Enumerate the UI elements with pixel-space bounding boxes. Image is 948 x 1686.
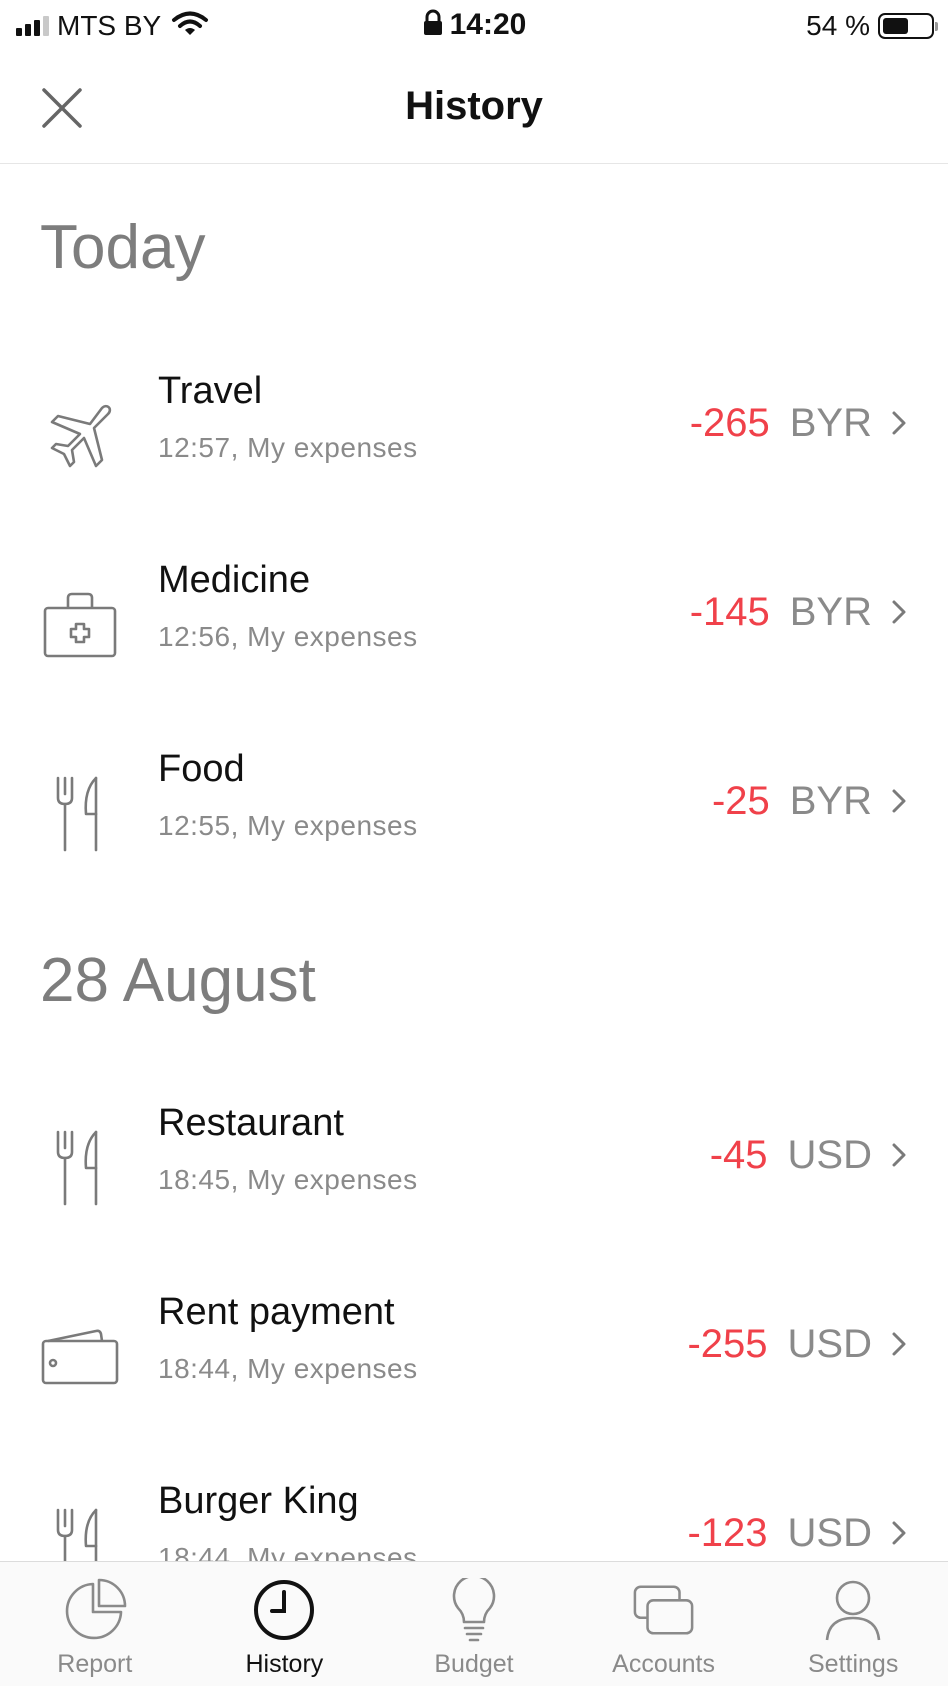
battery-icon (878, 13, 938, 39)
item-currency: BYR (789, 778, 872, 823)
item-title: Rent payment (158, 1291, 395, 1333)
cards-icon (632, 1578, 696, 1642)
item-subtitle: 18:45, My expenses (158, 1164, 418, 1195)
battery-fill (883, 18, 908, 34)
tab-label: Report (57, 1650, 133, 1678)
history-list[interactable]: Today Travel 12:57, My expenses -265 BYR… (0, 165, 948, 1561)
list-item-travel[interactable]: Travel 12:57, My expenses -265 BYR (0, 360, 948, 510)
status-bar: MTS BY 14:20 54 % (0, 0, 948, 54)
tab-label: Accounts (612, 1650, 715, 1678)
pie-chart-icon (63, 1578, 127, 1642)
item-amount: -255 (687, 1321, 768, 1366)
clock-time: 14:20 (449, 8, 527, 41)
tab-budget[interactable]: Budget (379, 1562, 569, 1686)
item-amount-group: -25 BYR (712, 776, 908, 826)
fork-knife-icon (40, 774, 120, 854)
list-item-food[interactable]: Food 12:55, My expenses -25 BYR (0, 738, 948, 888)
chevron-right-icon (890, 787, 908, 815)
battery-percent: 54 % (806, 10, 870, 41)
list-item-burger-king[interactable]: Burger King 18:44, My expenses -123 USD (0, 1470, 948, 1561)
tab-accounts[interactable]: Accounts (569, 1562, 759, 1686)
item-amount-group: -255 USD (687, 1319, 908, 1369)
chevron-right-icon (890, 409, 908, 437)
tab-label: Settings (808, 1650, 899, 1678)
chevron-right-icon (890, 598, 908, 626)
tab-bar: Report History Budget Accounts Settings (0, 1561, 948, 1686)
nav-header: History (0, 54, 948, 164)
item-amount-group: -123 USD (687, 1508, 908, 1558)
item-title: Medicine (158, 559, 311, 601)
section-title-28-august: 28 August (40, 946, 316, 1015)
tab-label: History (245, 1650, 324, 1678)
lightbulb-icon (442, 1578, 506, 1642)
tab-label: Budget (434, 1650, 514, 1678)
chevron-right-icon (890, 1519, 908, 1547)
item-amount: -123 (687, 1510, 768, 1555)
item-amount: -145 (689, 589, 770, 634)
fork-knife-icon (40, 1128, 120, 1208)
item-amount-group: -265 BYR (690, 398, 908, 448)
item-amount-group: -45 USD (710, 1130, 908, 1180)
status-right: 54 % (806, 8, 938, 44)
item-subtitle: 12:57, My expenses (158, 432, 418, 463)
chevron-right-icon (890, 1141, 908, 1169)
item-currency: USD (787, 1510, 872, 1555)
user-icon (821, 1578, 885, 1642)
item-currency: USD (787, 1132, 872, 1177)
list-item-medicine[interactable]: Medicine 12:56, My expenses -145 BYR (0, 549, 948, 699)
list-item-rent-payment[interactable]: Rent payment 18:44, My expenses -255 USD (0, 1281, 948, 1431)
item-currency: BYR (789, 400, 872, 445)
clock-icon (252, 1578, 316, 1642)
item-currency: BYR (789, 589, 872, 634)
wallet-icon (40, 1317, 120, 1397)
airplane-icon (40, 396, 120, 476)
item-title: Restaurant (158, 1102, 344, 1144)
item-amount: -25 (711, 778, 770, 823)
lock-icon (422, 9, 444, 42)
medical-kit-icon (40, 585, 120, 665)
tab-settings[interactable]: Settings (758, 1562, 948, 1686)
item-title: Food (158, 748, 245, 790)
item-subtitle: 18:44, My expenses (158, 1353, 418, 1384)
section-title-today: Today (40, 213, 206, 282)
item-subtitle: 18:44, My expenses (158, 1542, 418, 1561)
item-title: Travel (158, 370, 263, 412)
item-subtitle: 12:55, My expenses (158, 810, 418, 841)
list-item-restaurant[interactable]: Restaurant 18:45, My expenses -45 USD (0, 1092, 948, 1242)
item-amount: -265 (689, 400, 770, 445)
fork-knife-icon (40, 1506, 120, 1561)
chevron-right-icon (890, 1330, 908, 1358)
item-title: Burger King (158, 1480, 359, 1522)
item-currency: USD (787, 1321, 872, 1366)
item-amount-group: -145 BYR (690, 587, 908, 637)
item-subtitle: 12:56, My expenses (158, 621, 418, 652)
tab-history[interactable]: History (190, 1562, 380, 1686)
page-title: History (405, 84, 543, 128)
item-amount: -45 (709, 1132, 768, 1177)
tab-report[interactable]: Report (0, 1562, 190, 1686)
